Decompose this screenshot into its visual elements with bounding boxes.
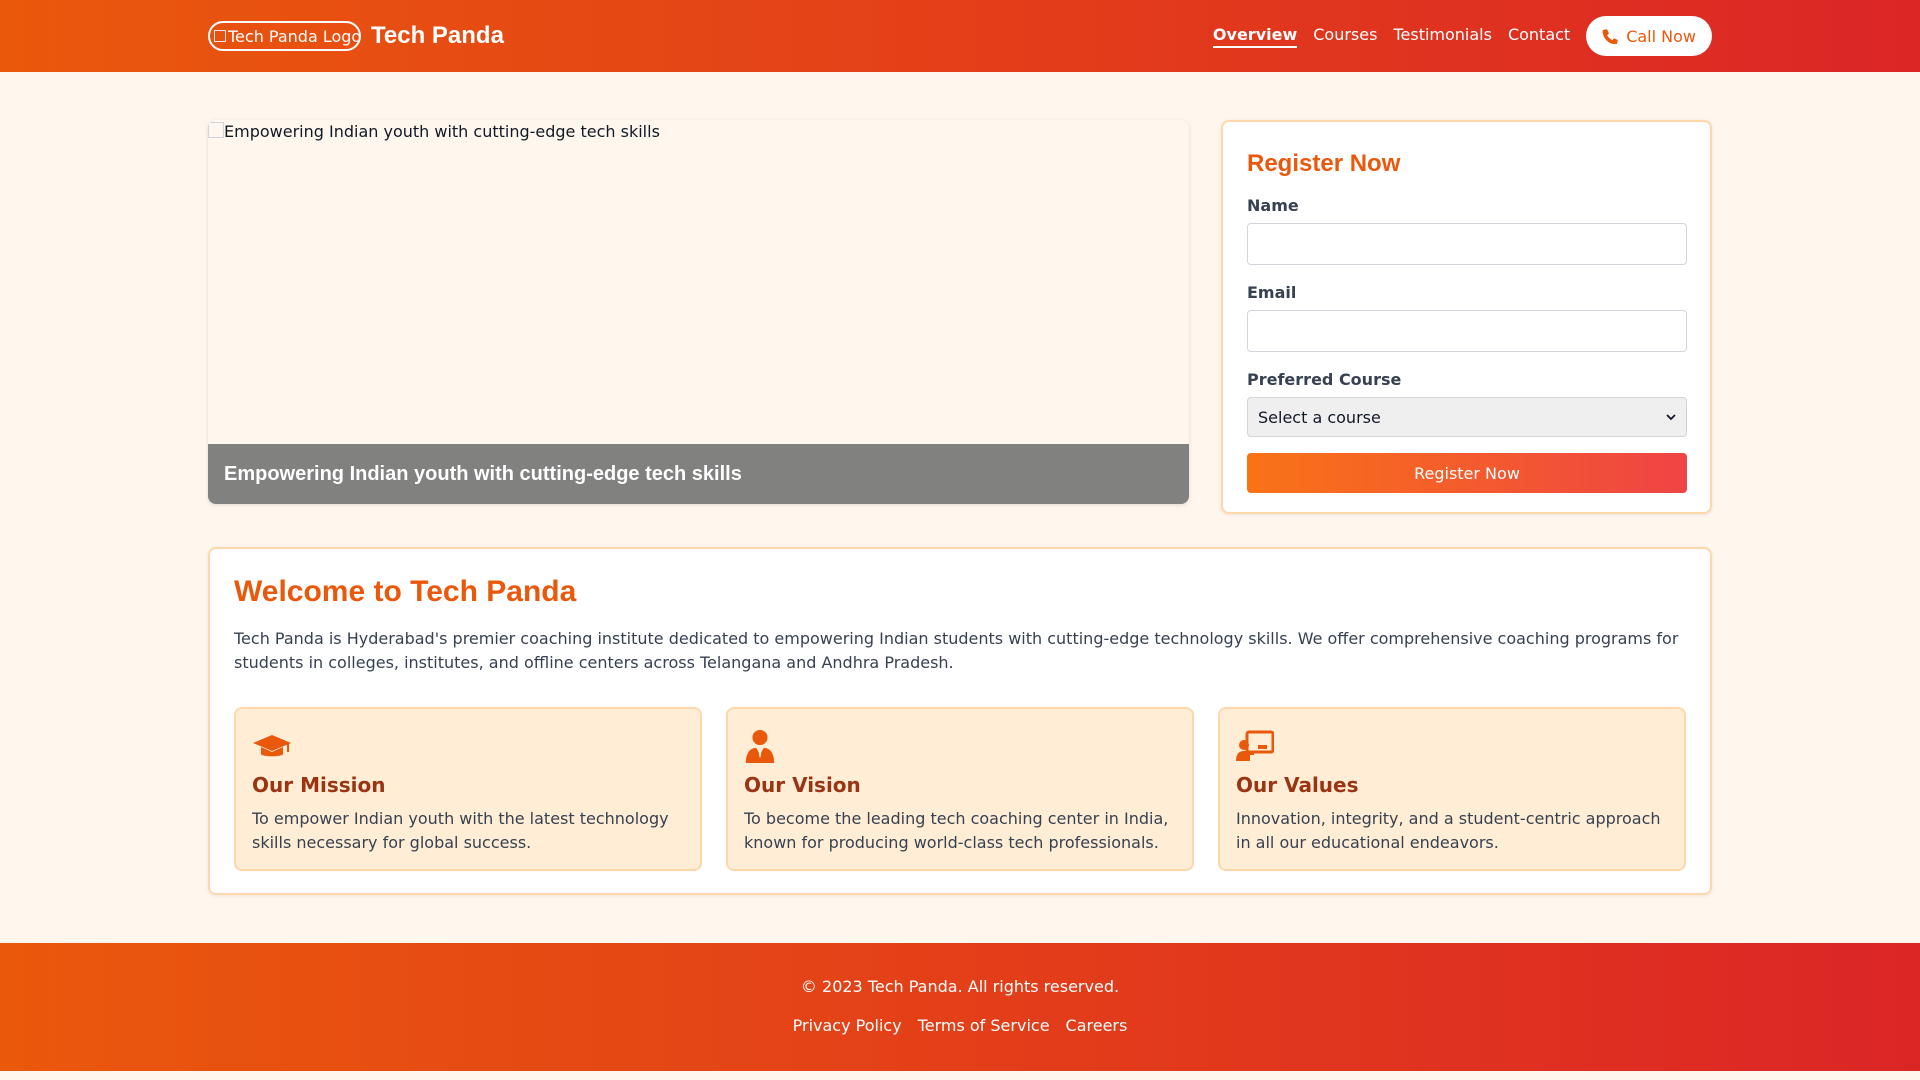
chevron-down-icon [1666,414,1676,421]
header-inner: Tech Panda Logo Tech Panda Overview Cour… [192,0,1728,72]
site-footer: © 2023 Tech Panda. All rights reserved. … [0,943,1920,1071]
broken-image-icon [208,122,224,138]
nav-overview[interactable]: Overview [1212,25,1298,48]
register-form: Register Now Name Email Preferred Course… [1221,120,1712,514]
icon-container [744,725,1176,763]
card-title: Our Mission [252,773,386,797]
hero-banner: Empowering Indian youth with cutting-edg… [208,120,1189,504]
hero-image-alt-text: Empowering Indian youth with cutting-edg… [224,122,660,141]
welcome-title: Welcome to Tech Panda [234,575,577,608]
nav-testimonials[interactable]: Testimonials [1393,25,1492,48]
card-vision: Our Vision To become the leading tech co… [726,707,1194,871]
name-field[interactable] [1247,223,1687,265]
card-mission: Our Mission To empower Indian youth with… [234,707,702,871]
card-values: Our Values Innovation, integrity, and a … [1218,707,1686,871]
register-submit-button[interactable]: Register Now [1247,453,1687,493]
icon-container [252,725,684,763]
broken-image-icon [214,30,226,42]
course-select-value: Select a course [1258,407,1381,427]
welcome-intro: Tech Panda is Hyderabad's premier coachi… [234,629,1679,672]
icon-container [1236,725,1668,763]
register-title: Register Now [1247,150,1401,177]
brand[interactable]: Tech Panda Logo Tech Panda [208,21,504,51]
footer-link-careers[interactable]: Careers [1066,1016,1128,1035]
hero-caption: Empowering Indian youth with cutting-edg… [208,444,1189,504]
card-text: To become the leading tech coaching cent… [744,809,1169,852]
nav-courses[interactable]: Courses [1313,25,1377,48]
chalkboard-teacher-icon [1236,730,1274,761]
email-label: Email [1247,283,1297,302]
copyright-text: © 2023 Tech Panda. All rights reserved. [800,977,1120,996]
logo-alt-text: Tech Panda Logo [228,26,361,46]
card-text: Innovation, integrity, and a student-cen… [1236,809,1661,852]
main-nav: Overview Courses Testimonials Contact Ca… [1212,16,1712,56]
graduation-cap-icon [253,735,291,757]
call-now-button[interactable]: Call Now [1586,16,1712,56]
feature-cards: Our Mission To empower Indian youth with… [234,707,1686,871]
site-header: Tech Panda Logo Tech Panda Overview Cour… [0,0,1920,72]
footer-link-privacy[interactable]: Privacy Policy [793,1016,902,1035]
call-now-label: Call Now [1626,26,1696,46]
nav-contact[interactable]: Contact [1508,25,1570,48]
course-select[interactable]: Select a course [1247,397,1687,437]
welcome-section: Welcome to Tech Panda Tech Panda is Hyde… [208,547,1712,895]
phone-icon [1602,29,1618,44]
name-label: Name [1247,196,1299,215]
course-label: Preferred Course [1247,370,1402,389]
card-text: To empower Indian youth with the latest … [252,809,669,852]
brand-name[interactable]: Tech Panda [371,22,504,50]
user-tie-icon [745,729,775,763]
card-title: Our Vision [744,773,861,797]
footer-links: Privacy Policy Terms of Service Careers [0,1016,1920,1035]
logo[interactable]: Tech Panda Logo [208,21,361,51]
card-title: Our Values [1236,773,1359,797]
footer-link-terms[interactable]: Terms of Service [918,1016,1050,1035]
email-field[interactable] [1247,310,1687,352]
